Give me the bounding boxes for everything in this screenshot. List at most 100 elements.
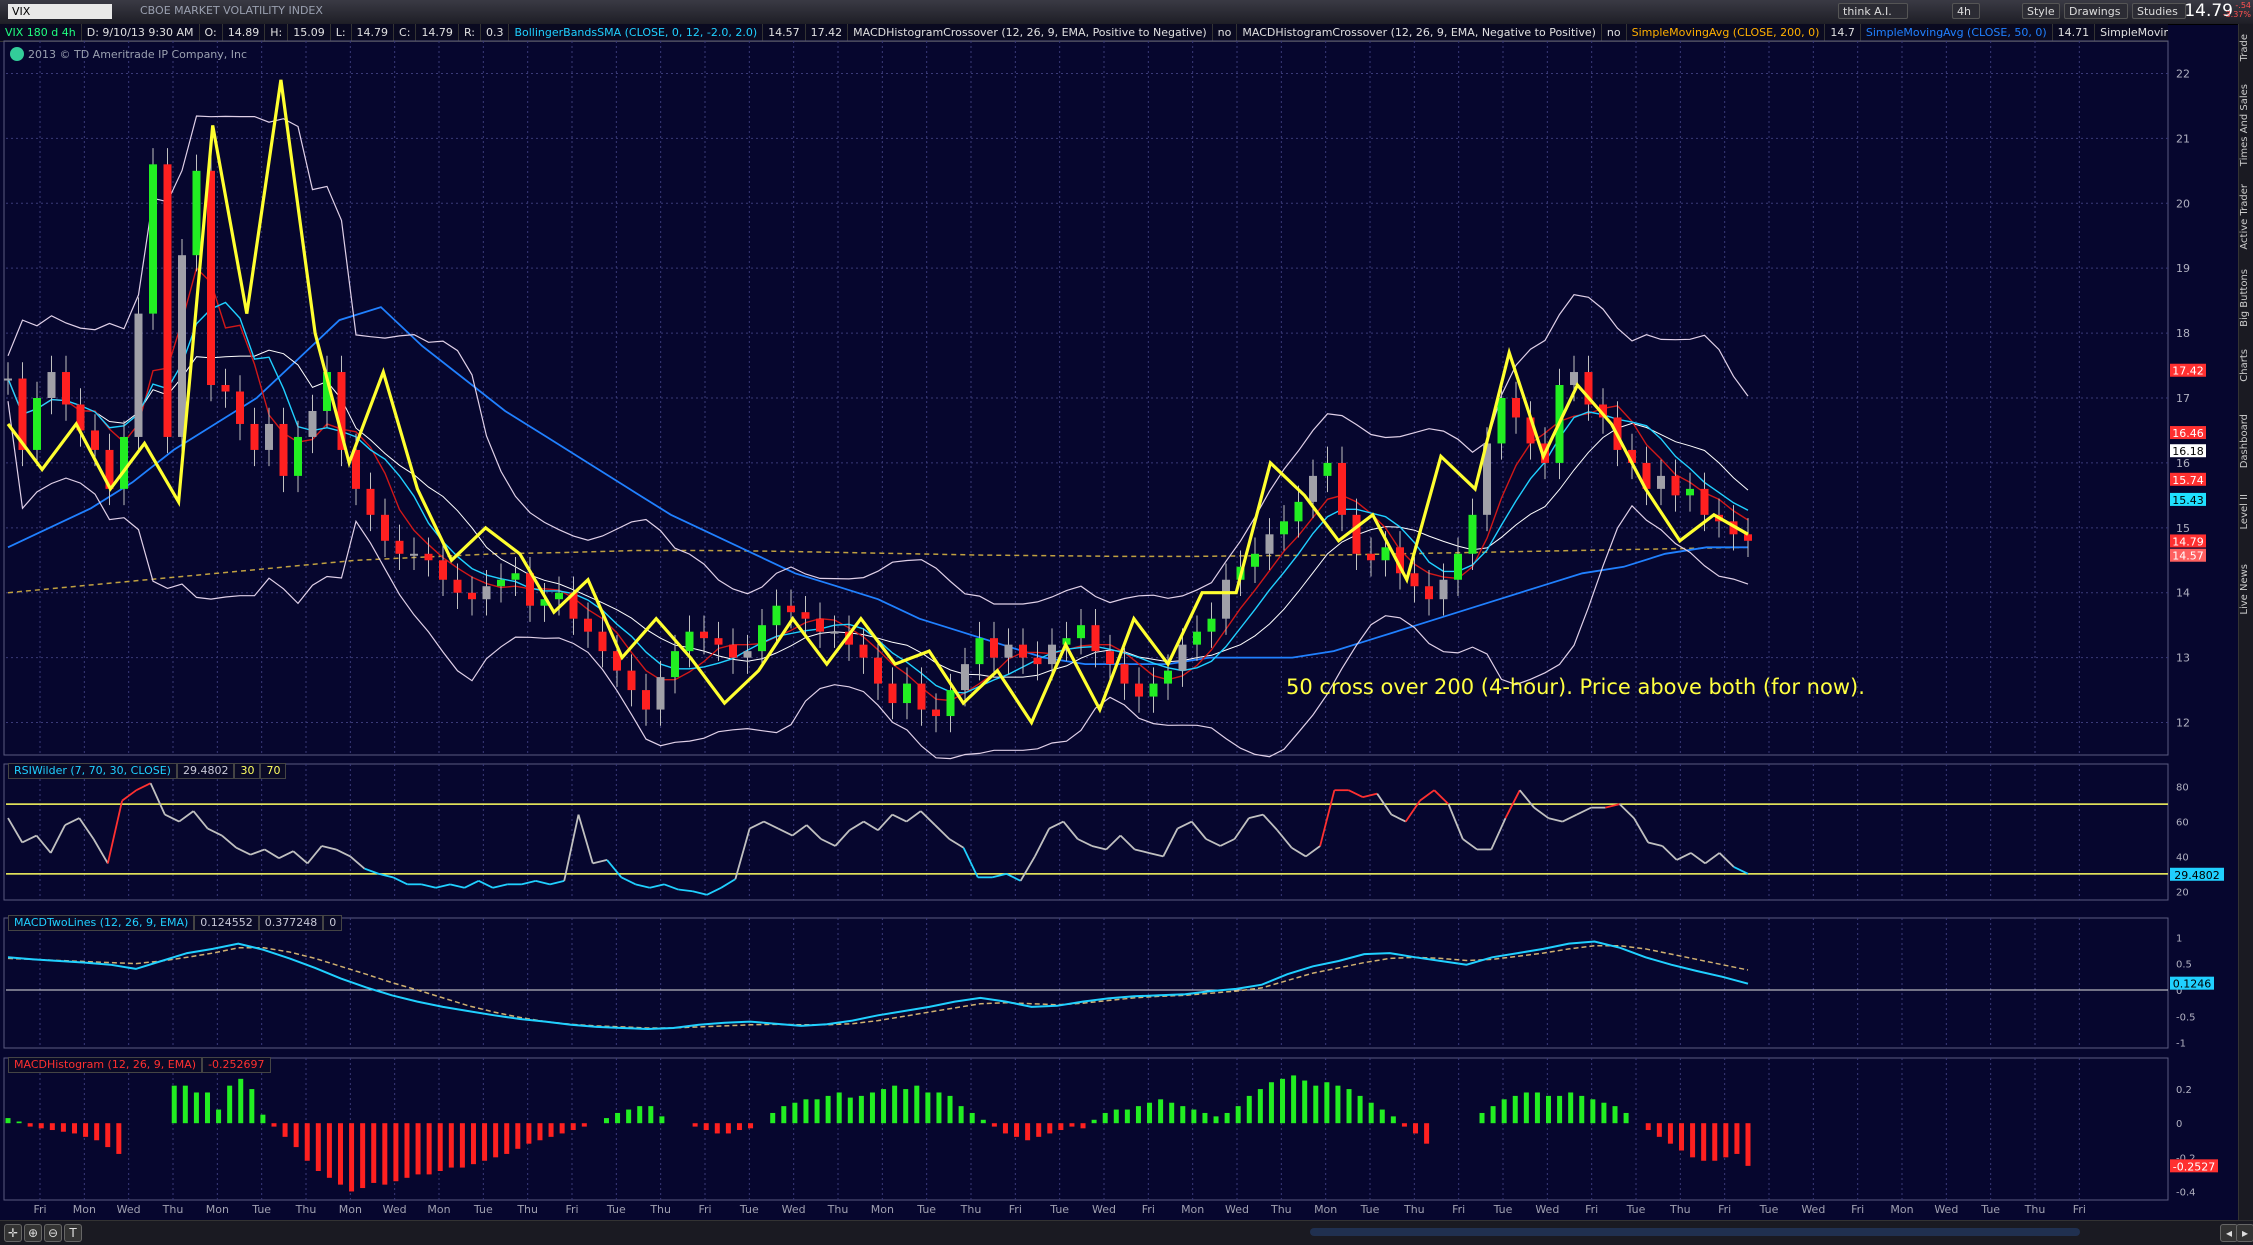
candle-body [381, 514, 389, 541]
crosshair-icon[interactable]: ✛ [4, 1224, 22, 1242]
tda-logo [10, 47, 24, 61]
rsi-segment [1718, 852, 1735, 868]
rail-tab-charts[interactable]: Charts [2239, 349, 2253, 382]
rsi-segment [1062, 821, 1079, 840]
rsi-segment [563, 814, 580, 882]
hist-bar [60, 1123, 66, 1132]
hist-bar [437, 1123, 443, 1171]
rsi-segment [749, 820, 765, 830]
candle-body [1657, 475, 1665, 489]
candle-body [294, 436, 302, 476]
candle-body [816, 618, 824, 632]
candle-body [1468, 514, 1477, 554]
hist-bar [249, 1089, 255, 1124]
hist-bar [304, 1123, 310, 1161]
hist-bar [903, 1089, 909, 1124]
hist-bar [1745, 1123, 1751, 1166]
rsi-segment [492, 883, 508, 889]
candle-body [787, 605, 795, 613]
rsi-segment [1576, 806, 1592, 816]
price-y-tick: 17 [2176, 392, 2190, 405]
rsi-y-tick: 60 [2176, 818, 2189, 829]
candle-body [1106, 651, 1114, 665]
rail-tab-big-buttons[interactable]: Big Buttons [2239, 269, 2253, 327]
x-tick-label: Thu [1270, 1203, 1292, 1216]
hist-y-tick: 0.2 [2176, 1085, 2192, 1096]
x-tick-label: Thu [649, 1203, 671, 1216]
candle-body [1077, 625, 1085, 639]
rsi-segment [49, 824, 66, 854]
hist-bar [1302, 1080, 1308, 1124]
hist-bar [5, 1118, 11, 1124]
candle-body [1309, 475, 1317, 502]
candle-body [990, 638, 998, 658]
hist-bar [537, 1123, 543, 1141]
x-tick-label: Tue [1980, 1203, 2000, 1216]
rail-tab-trade[interactable]: Trade [2239, 34, 2253, 61]
candle-body [497, 579, 505, 587]
rsi-study-label[interactable]: RSIWilder (7, 70, 30, CLOSE) 29.4802 30 70 [8, 763, 287, 779]
x-tick-label: Mon [427, 1203, 450, 1216]
rsi-segment [834, 829, 851, 847]
hist-bar [371, 1123, 377, 1183]
candle-body [410, 553, 418, 556]
rail-tab-dashboard[interactable]: Dashboard [2239, 414, 2253, 468]
hist-study-label[interactable]: MACDHistogram (12, 26, 9, EMA) -0.252697 [8, 1057, 271, 1073]
hist-bar [692, 1123, 698, 1127]
candle-body [1265, 534, 1274, 554]
rsi-segment [905, 810, 922, 823]
candle-body [1033, 657, 1042, 665]
rsi-label: RSIWilder (7, 70, 30, CLOSE) [8, 763, 177, 779]
scroll-right-icon[interactable]: ▸ [2236, 1224, 2253, 1242]
copyright: 2013 © TD Ameritrade IP Company, Inc [28, 48, 248, 61]
rsi-segment [35, 834, 52, 854]
price-y-tick: 14 [2176, 587, 2190, 600]
chart-scrollbar[interactable] [1310, 1228, 2080, 1236]
rsi-segment [934, 824, 950, 840]
rsi-segment [463, 880, 480, 889]
candle-body [627, 670, 636, 691]
rsi-segment [920, 810, 936, 826]
rail-tab-level-ii[interactable]: Level II [2239, 494, 2253, 529]
candle-body [120, 436, 128, 489]
candle-body [1454, 553, 1462, 580]
rsi-segment [149, 782, 166, 815]
candle-body [685, 631, 694, 652]
price-marker-text: 15.74 [2172, 474, 2204, 487]
chart-canvas[interactable]: Fri Mon Wed Thu Mon Tue Thu Mon Wed Mon Tue Thu Fri T… [0, 0, 2253, 1244]
hist-bar [1080, 1123, 1086, 1129]
rsi-segment [64, 817, 80, 826]
macd-study-label[interactable]: MACDTwoLines (12, 26, 9, EMA) 0.124552 0.3… [8, 915, 343, 931]
rail-tab-times-and-sales[interactable]: Times And Sales [2239, 84, 2253, 166]
rsi-segment [1391, 813, 1407, 823]
rail-tab-active-trader[interactable]: Active Trader [2239, 184, 2253, 250]
candle-body [33, 398, 41, 450]
hist-bar [1534, 1092, 1540, 1124]
hist-bar [1612, 1106, 1618, 1124]
hist-bar [969, 1112, 975, 1124]
candle-body [1048, 644, 1056, 665]
hist-bar [182, 1085, 188, 1124]
rsi-high-level: 70 [260, 763, 287, 779]
zoom-in-icon[interactable]: ⊕ [24, 1224, 42, 1242]
candle-body [758, 625, 766, 652]
x-tick-label: Fri [33, 1203, 46, 1216]
hist-bar [1202, 1112, 1208, 1124]
rsi-segment [278, 850, 294, 859]
hist-bar [1645, 1123, 1651, 1131]
zoom-out-icon[interactable]: ⊖ [44, 1224, 62, 1242]
bottom-toolbar: ✛ ⊕ ⊖ T ◂ ▸ [0, 1220, 2253, 1245]
hist-bar [1590, 1099, 1596, 1124]
text-tool-icon[interactable]: T [64, 1224, 82, 1242]
candle-body [656, 677, 665, 710]
hist-bar [1313, 1085, 1319, 1124]
rail-tab-live-news[interactable]: Live News [2239, 564, 2253, 615]
hist-bar [1690, 1123, 1696, 1158]
hist-bar [382, 1123, 388, 1185]
x-tick-label: Mon [1890, 1203, 1913, 1216]
x-tick-label: Mon [73, 1203, 96, 1216]
hist-bar [1113, 1109, 1119, 1124]
rsi-value: 29.4802 [176, 763, 235, 779]
hist-bar [71, 1123, 77, 1134]
price-y-tick: 21 [2176, 132, 2190, 145]
